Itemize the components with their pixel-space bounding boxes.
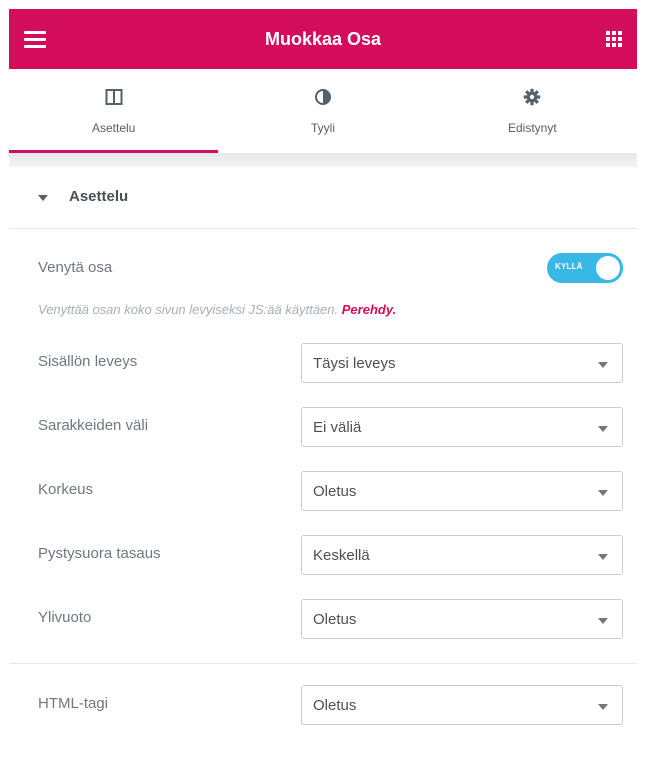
column-gap-value: Ei väliä [313, 419, 362, 436]
layout-columns-icon [105, 89, 123, 105]
tab-advanced[interactable]: Edistynyt [428, 69, 637, 153]
grid-apps-icon[interactable] [606, 31, 622, 47]
height-value: Oletus [313, 483, 357, 500]
column-gap-label: Sarakkeiden väli [38, 417, 149, 434]
chevron-down-icon [598, 554, 608, 560]
vertical-align-label: Pystysuora tasaus [38, 545, 161, 562]
tab-layout[interactable]: Asettelu [9, 69, 219, 153]
gear-icon [524, 88, 541, 106]
html-tag-select[interactable]: Oletus [301, 685, 623, 725]
contrast-half-circle-icon [314, 89, 331, 105]
overflow-value: Oletus [313, 611, 357, 628]
tab-style-label: Tyyli [310, 121, 335, 135]
chevron-down-icon [598, 362, 608, 368]
overflow-label: Ylivuoto [38, 609, 92, 626]
html-tag-value: Oletus [313, 697, 357, 714]
vertical-align-select[interactable]: Keskellä [301, 535, 623, 575]
toggle-knob [596, 256, 620, 280]
content-width-select[interactable]: Täysi leveys [301, 343, 623, 383]
section-title: Asettelu [69, 188, 129, 205]
chevron-down-icon [598, 704, 608, 710]
tab-style[interactable]: Tyyli [218, 69, 427, 153]
panel-tabs: Asettelu Tyyli Edistynyt [9, 69, 637, 153]
stretch-label: Venytä osa [38, 259, 113, 276]
panel-title: Muokkaa Osa [264, 29, 382, 49]
height-label: Korkeus [38, 481, 94, 498]
tabs-divider [9, 153, 637, 167]
chevron-down-icon [598, 426, 608, 432]
editor-header: Muokkaa Osa [9, 9, 637, 69]
stretch-toggle[interactable]: KYLLÄ [547, 253, 623, 283]
stretch-description: Venyttää osan koko sivun levyiseksi JS:ä… [38, 302, 396, 317]
overflow-select[interactable]: Oletus [301, 599, 623, 639]
chevron-down-icon [598, 618, 608, 624]
learn-more-link[interactable]: Perehdy. [342, 302, 396, 317]
section-divider [9, 663, 637, 664]
html-tag-label: HTML-tagi [38, 695, 109, 712]
section-toggle-layout[interactable]: Asettelu [9, 167, 637, 229]
height-select[interactable]: Oletus [301, 471, 623, 511]
content-width-label: Sisällön leveys [38, 353, 138, 370]
chevron-down-icon [598, 490, 608, 496]
caret-down-icon [38, 195, 48, 201]
column-gap-select[interactable]: Ei väliä [301, 407, 623, 447]
vertical-align-value: Keskellä [313, 547, 370, 564]
tab-layout-label: Asettelu [91, 121, 136, 135]
content-width-value: Täysi leveys [313, 355, 396, 372]
toggle-on-text: KYLLÄ [555, 262, 583, 271]
tab-advanced-label: Edistynyt [507, 121, 557, 135]
stretch-description-text: Venyttää osan koko sivun levyiseksi JS:ä… [38, 302, 339, 317]
